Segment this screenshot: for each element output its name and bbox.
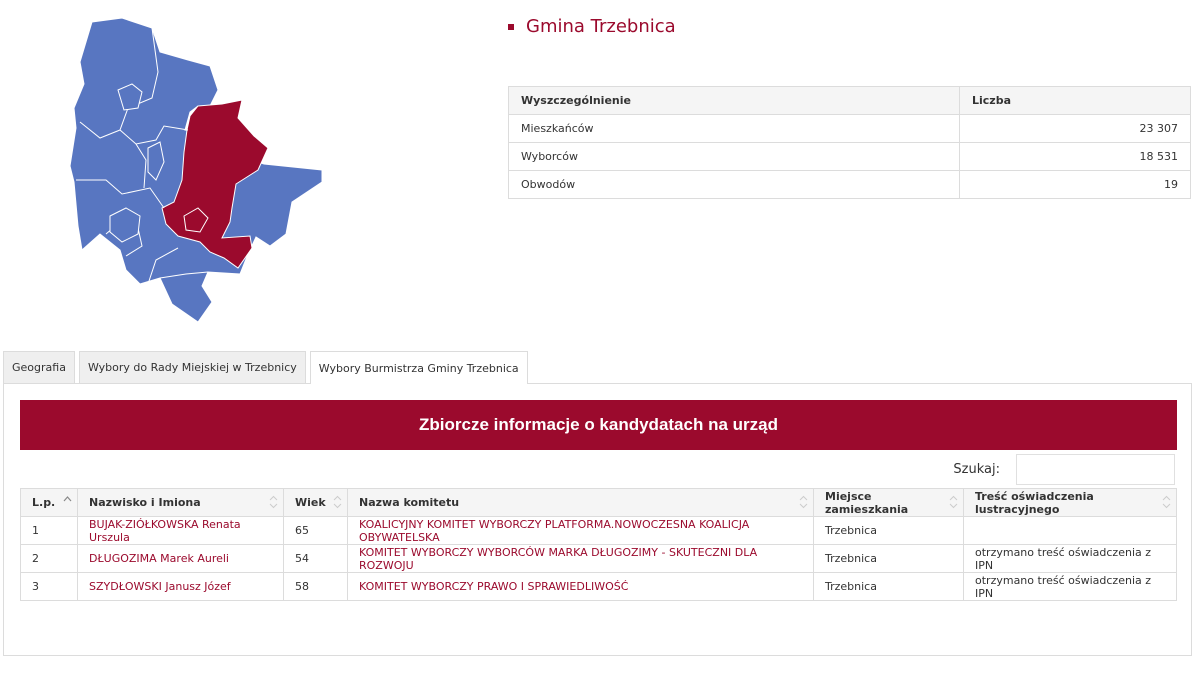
col-header-age[interactable]: Wiek — [283, 488, 348, 517]
stats-header-label: Wyszczególnienie — [508, 86, 960, 115]
col-header-lp[interactable]: L.p. — [20, 488, 78, 517]
col-header-residence[interactable]: Miejsce zamieszkania — [813, 488, 964, 517]
sort-both-icon — [949, 495, 958, 509]
search-label: Szukaj: — [953, 462, 1000, 477]
stats-row: Obwodów 19 — [508, 170, 1191, 199]
sort-both-icon — [269, 495, 278, 509]
sort-both-icon — [333, 495, 342, 509]
cell-statement: otrzymano treść oświadczenia z IPN — [963, 572, 1177, 601]
candidate-name-link[interactable]: SZYDŁOWSKI Janusz Józef — [77, 572, 284, 601]
stats-label: Mieszkańców — [508, 114, 960, 143]
col-header-label: Nazwa komitetu — [359, 496, 460, 509]
sort-ascending-icon — [63, 495, 72, 509]
col-header-label: Wiek — [295, 496, 326, 509]
committee-link[interactable]: KOALICYJNY KOMITET WYBORCZY PLATFORMA.NO… — [347, 516, 814, 545]
committee-link[interactable]: KOMITET WYBORCZY WYBORCÓW MARKA DŁUGOZIM… — [347, 544, 814, 573]
stats-header-row: Wyszczególnienie Liczba — [508, 86, 1191, 115]
stats-value: 19 — [959, 170, 1191, 199]
stats-label: Obwodów — [508, 170, 960, 199]
cell-age: 65 — [283, 516, 348, 545]
candidates-header-row: L.p. Nazwisko i Imiona Wiek Nazwa komite… — [20, 488, 1177, 517]
search-row: Szukaj: — [953, 454, 1175, 485]
stats-value: 18 531 — [959, 142, 1191, 171]
tab-wybory-burmistrza[interactable]: Wybory Burmistrza Gminy Trzebnica — [309, 351, 528, 384]
col-header-label: L.p. — [32, 496, 56, 509]
col-header-statement[interactable]: Treść oświadczenia lustracyjnego — [963, 488, 1177, 517]
page-title: Gmina Trzebnica — [526, 16, 676, 37]
candidate-name-link[interactable]: BUJAK-ZIÓŁKOWSKA Renata Urszula — [77, 516, 284, 545]
cell-statement: otrzymano treść oświadczenia z IPN — [963, 544, 1177, 573]
gmina-title-row: Gmina Trzebnica — [508, 16, 676, 37]
col-header-label: Nazwisko i Imiona — [89, 496, 201, 509]
stats-value: 23 307 — [959, 114, 1191, 143]
committee-link[interactable]: KOMITET WYBORCZY PRAWO I SPRAWIEDLIWOŚĆ — [347, 572, 814, 601]
tab-wybory-rady[interactable]: Wybory do Rady Miejskiej w Trzebnicy — [78, 351, 306, 383]
candidates-table: L.p. Nazwisko i Imiona Wiek Nazwa komite… — [20, 488, 1177, 601]
stats-label: Wyborców — [508, 142, 960, 171]
table-row: 3 SZYDŁOWSKI Janusz Józef 58 KOMITET WYB… — [20, 572, 1177, 601]
candidate-name-link[interactable]: DŁUGOZIMA Marek Aureli — [77, 544, 284, 573]
table-row: 2 DŁUGOZIMA Marek Aureli 54 KOMITET WYBO… — [20, 544, 1177, 573]
section-banner: Zbiorcze informacje o kandydatach na urz… — [20, 400, 1177, 450]
tab-panel: Zbiorcze informacje o kandydatach na urz… — [3, 383, 1192, 656]
sort-both-icon — [1162, 495, 1171, 509]
county-map[interactable] — [60, 12, 330, 327]
cell-residence: Trzebnica — [813, 544, 964, 573]
cell-statement — [963, 516, 1177, 545]
stats-row: Mieszkańców 23 307 — [508, 114, 1191, 143]
tab-bar: Geografia Wybory do Rady Miejskiej w Trz… — [3, 351, 532, 384]
table-row: 1 BUJAK-ZIÓŁKOWSKA Renata Urszula 65 KOA… — [20, 516, 1177, 545]
stats-table: Wyszczególnienie Liczba Mieszkańców 23 3… — [508, 86, 1191, 199]
col-header-name[interactable]: Nazwisko i Imiona — [77, 488, 284, 517]
cell-residence: Trzebnica — [813, 516, 964, 545]
cell-age: 58 — [283, 572, 348, 601]
stats-row: Wyborców 18 531 — [508, 142, 1191, 171]
tab-geografia[interactable]: Geografia — [3, 351, 75, 383]
cell-lp: 1 — [20, 516, 78, 545]
col-header-committee[interactable]: Nazwa komitetu — [347, 488, 814, 517]
col-header-label: Treść oświadczenia lustracyjnego — [975, 489, 1094, 516]
search-input[interactable] — [1016, 454, 1175, 485]
col-header-label: Miejsce zamieszkania — [825, 489, 909, 516]
cell-lp: 2 — [20, 544, 78, 573]
cell-lp: 3 — [20, 572, 78, 601]
cell-age: 54 — [283, 544, 348, 573]
county-map-svg[interactable] — [60, 12, 330, 327]
sort-both-icon — [799, 495, 808, 509]
cell-residence: Trzebnica — [813, 572, 964, 601]
stats-header-value: Liczba — [959, 86, 1191, 115]
title-bullet-icon — [508, 23, 514, 30]
